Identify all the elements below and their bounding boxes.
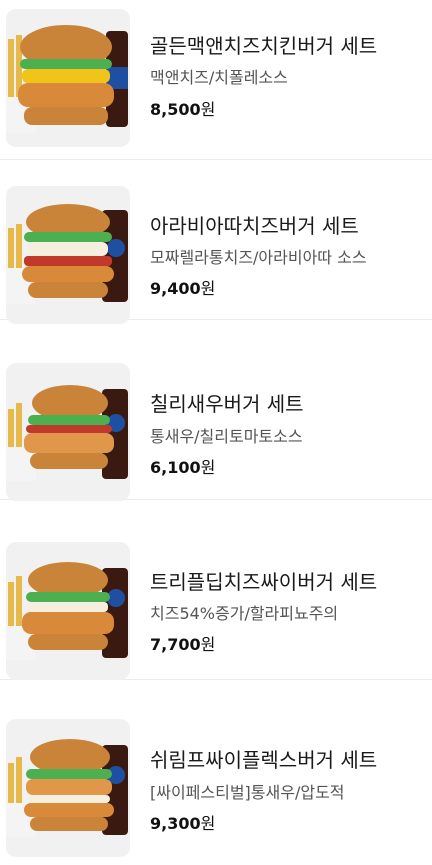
menu-item-name[interactable]: 아라비아따치즈버거 세트: [150, 210, 359, 239]
price-value: 9,400: [150, 279, 201, 298]
price-currency: 원: [200, 279, 216, 298]
price-value: 7,700: [150, 635, 201, 654]
burger-set-image: [6, 363, 130, 501]
price-value: 8,500: [150, 100, 201, 119]
menu-item[interactable]: 트리플딥치즈싸이버거 세트 치즈54%증가/할라피뇨주의 7,700원: [0, 520, 432, 680]
price-currency: 원: [200, 814, 216, 833]
burger-set-image: [6, 542, 130, 680]
menu-item-price: 9,400원: [150, 275, 215, 299]
menu-item[interactable]: 골든맥앤치즈치킨버거 세트 맥앤치즈/치폴레소스 8,500원: [0, 0, 432, 160]
menu-item-description: [싸이페스티벌]통새우/압도적: [150, 783, 345, 802]
price-value: 9,300: [150, 814, 201, 833]
price-currency: 원: [200, 100, 216, 119]
menu-item-name[interactable]: 트리플딥치즈싸이버거 세트: [150, 566, 377, 595]
burger-set-image: [6, 186, 130, 324]
burger-set-image: [6, 9, 130, 147]
price-value: 6,100: [150, 458, 201, 477]
price-currency: 원: [200, 458, 216, 477]
menu-item-name[interactable]: 칠리새우버거 세트: [150, 388, 304, 417]
price-currency: 원: [200, 635, 216, 654]
menu-item-price: 7,700원: [150, 631, 215, 655]
menu-item-price: 6,100원: [150, 454, 215, 478]
burger-set-image: [6, 719, 130, 857]
menu-item-name[interactable]: 쉬림프싸이플렉스버거 세트: [150, 744, 377, 773]
menu-item-description: 모짜렐라통치즈/아라비아따 소스: [150, 248, 367, 267]
menu-item-price: 8,500원: [150, 96, 215, 120]
menu-item-description: 맥앤치즈/치폴레소스: [150, 68, 288, 87]
menu-item-description: 치즈54%증가/할라피뇨주의: [150, 604, 339, 623]
menu-item[interactable]: 칠리새우버거 세트 통새우/칠리토마토소스 6,100원: [0, 340, 432, 501]
menu-item-name[interactable]: 골든맥앤치즈치킨버거 세트: [150, 30, 377, 59]
menu-item-price: 9,300원: [150, 810, 215, 834]
menu-item-description: 통새우/칠리토마토소스: [150, 427, 303, 446]
menu-item[interactable]: 아라비아따치즈버거 세트 모짜렐라통치즈/아라비아따 소스 9,400원: [0, 160, 432, 324]
menu-item[interactable]: 쉬림프싸이플렉스버거 세트 [싸이페스티벌]통새우/압도적 9,300원: [0, 700, 432, 860]
